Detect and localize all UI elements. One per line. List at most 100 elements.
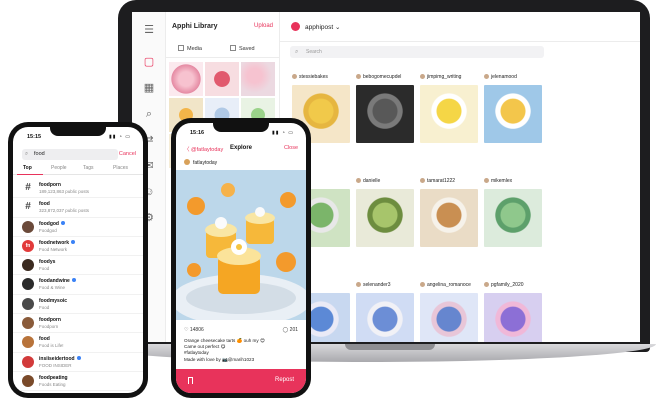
avatar (356, 74, 361, 79)
result-name: foodnetwork (39, 239, 75, 246)
search-result-row[interactable]: foodpeating Foods Eating (13, 372, 143, 392)
post-username[interactable]: pgfamily_2020 (484, 282, 524, 288)
post-image[interactable] (420, 189, 478, 247)
close-button[interactable]: Close (284, 145, 298, 151)
post-image[interactable] (356, 293, 414, 342)
search-result-row[interactable]: insiiseidertood FOOD INSIDER (13, 353, 143, 372)
result-subtitle: 189,123,863 public posts (39, 189, 90, 194)
post-username[interactable]: angelina_romanoce (420, 282, 471, 288)
post-stats: ♡ 14806 ◯ 201 (184, 327, 298, 333)
post-username[interactable]: tamarat1222 (420, 178, 455, 184)
status-time: 15:16 (190, 130, 205, 136)
tab-places[interactable]: Places (113, 165, 128, 171)
tab-saved[interactable]: Saved (230, 45, 255, 52)
feed-post[interactable]: angelina_romanoce (418, 276, 482, 342)
upload-button[interactable]: Upload (254, 23, 273, 29)
post-username[interactable]: mikemlex (484, 178, 512, 184)
avatar (420, 178, 425, 183)
library-icon[interactable]: ▢ (141, 54, 157, 70)
result-subtitle: Food is Life! (39, 343, 64, 349)
avatar (420, 74, 425, 79)
search-result-row[interactable]: food Food is Life! (13, 333, 143, 353)
post-author[interactable]: fatlaytoday (184, 159, 217, 166)
feed-post[interactable]: selenander3 (354, 276, 418, 342)
phone-notch (213, 123, 269, 132)
avatar (22, 297, 34, 310)
tab-media[interactable]: Media (178, 45, 202, 52)
grid-icon[interactable]: ▦ (141, 80, 157, 96)
result-subtitle: Food (39, 266, 50, 272)
library-thumb[interactable] (205, 62, 239, 96)
post-username[interactable]: bebogomecupdel (356, 74, 401, 80)
feed-post[interactable]: mikemlex (482, 172, 546, 276)
post-username[interactable]: jelenamood (484, 74, 517, 80)
post-image[interactable] (176, 170, 306, 320)
tab-people[interactable]: People (51, 165, 67, 171)
feed-header: apphipost ⌄ (280, 12, 640, 42)
result-name: foodpeating (39, 374, 68, 381)
feed-post[interactable]: jimpimg_writing (418, 68, 482, 172)
phone-search-screen: 15:15 ▮▮ ◔ ▭ ⌕ food Cancel Top People Ta… (13, 127, 143, 393)
post-username[interactable]: danielle (356, 178, 380, 184)
post-image[interactable] (356, 85, 414, 143)
feed-post[interactable]: bebogomecupdel (354, 68, 418, 172)
account-avatar[interactable] (291, 22, 300, 31)
search-tabs: Top People Tags Places (13, 164, 143, 175)
feed-post[interactable]: danielle (354, 172, 418, 276)
avatar (356, 282, 361, 287)
post-image[interactable] (484, 189, 542, 247)
result-subtitle: Food & Wine (39, 285, 66, 291)
cancel-button[interactable]: Cancel (119, 151, 136, 157)
search-result-row[interactable]: foodmysoic Food (13, 295, 143, 315)
post-username[interactable]: stessiebakes (292, 74, 328, 80)
search-result-row[interactable]: fn foodnetwork Food Network (13, 237, 143, 257)
result-subtitle: Food (39, 304, 50, 310)
phone-explore: 15:16 ▮▮ ◔ ▭ 〈 @fatlaytoday Explore Clos… (171, 118, 311, 398)
feed-post[interactable]: pgfamily_2020 (482, 276, 546, 342)
post-image[interactable] (484, 85, 542, 143)
search-result-row[interactable]: foodgod Foodgod (13, 218, 143, 237)
post-image[interactable] (356, 189, 414, 247)
like-count[interactable]: ♡ 14806 (184, 327, 204, 333)
search-icon[interactable]: ⌕ (141, 106, 157, 122)
post-image[interactable] (420, 85, 478, 143)
search-icon: ⌕ (295, 49, 299, 55)
feed-post[interactable]: tamarat1222 (418, 172, 482, 276)
search-result-row[interactable]: # food 323,872,037 public posts (13, 198, 143, 218)
result-subtitle: Foodgod (39, 227, 57, 233)
library-thumb[interactable] (169, 62, 203, 96)
comment-count[interactable]: ◯ 201 (283, 327, 298, 333)
avatar (22, 220, 34, 233)
search-result-row[interactable]: foodporn Foodporn (13, 314, 143, 334)
media-icon (178, 45, 184, 51)
search-results: # foodporn 189,123,863 public posts # food 32… (13, 179, 143, 392)
post-username[interactable]: selenander3 (356, 282, 391, 288)
result-name: foodgod (39, 220, 65, 227)
avatar (484, 74, 489, 79)
feed-post[interactable]: jelenamood (482, 68, 546, 172)
result-subtitle: FOOD INSIDER (39, 362, 72, 368)
repost-feed: apphipost ⌄ ⌕ Search stessiebakes bebogom… (280, 12, 640, 342)
post-image[interactable] (484, 293, 542, 342)
menu-icon[interactable]: ☰ (141, 22, 157, 38)
post-username[interactable]: jimpimg_writing (420, 74, 461, 80)
tab-tags[interactable]: Tags (83, 165, 94, 171)
search-input[interactable]: ⌕ food (22, 149, 118, 160)
post-image[interactable] (420, 293, 478, 342)
search-result-row[interactable]: foodys Food (13, 256, 143, 276)
account-switcher[interactable]: apphipost ⌄ (305, 23, 340, 31)
cheesecake-tarts-photo (176, 170, 306, 320)
avatar (484, 178, 489, 183)
tab-top[interactable]: Top (23, 165, 32, 171)
avatar (22, 317, 34, 330)
library-thumb[interactable] (241, 62, 275, 96)
active-tab-indicator (17, 174, 43, 175)
search-result-row[interactable]: # foodporn 189,123,863 public posts (13, 179, 143, 199)
search-icon: ⌕ (25, 151, 29, 157)
repost-button[interactable]: Repost (275, 377, 294, 383)
search-result-row[interactable]: foodandwine Food & Wine (13, 275, 143, 295)
status-icons: ▮▮ ◔ ▭ (271, 130, 294, 136)
avatar (292, 74, 297, 79)
feed-search-input[interactable]: ⌕ Search (290, 46, 544, 58)
bookmark-icon[interactable] (188, 377, 193, 384)
